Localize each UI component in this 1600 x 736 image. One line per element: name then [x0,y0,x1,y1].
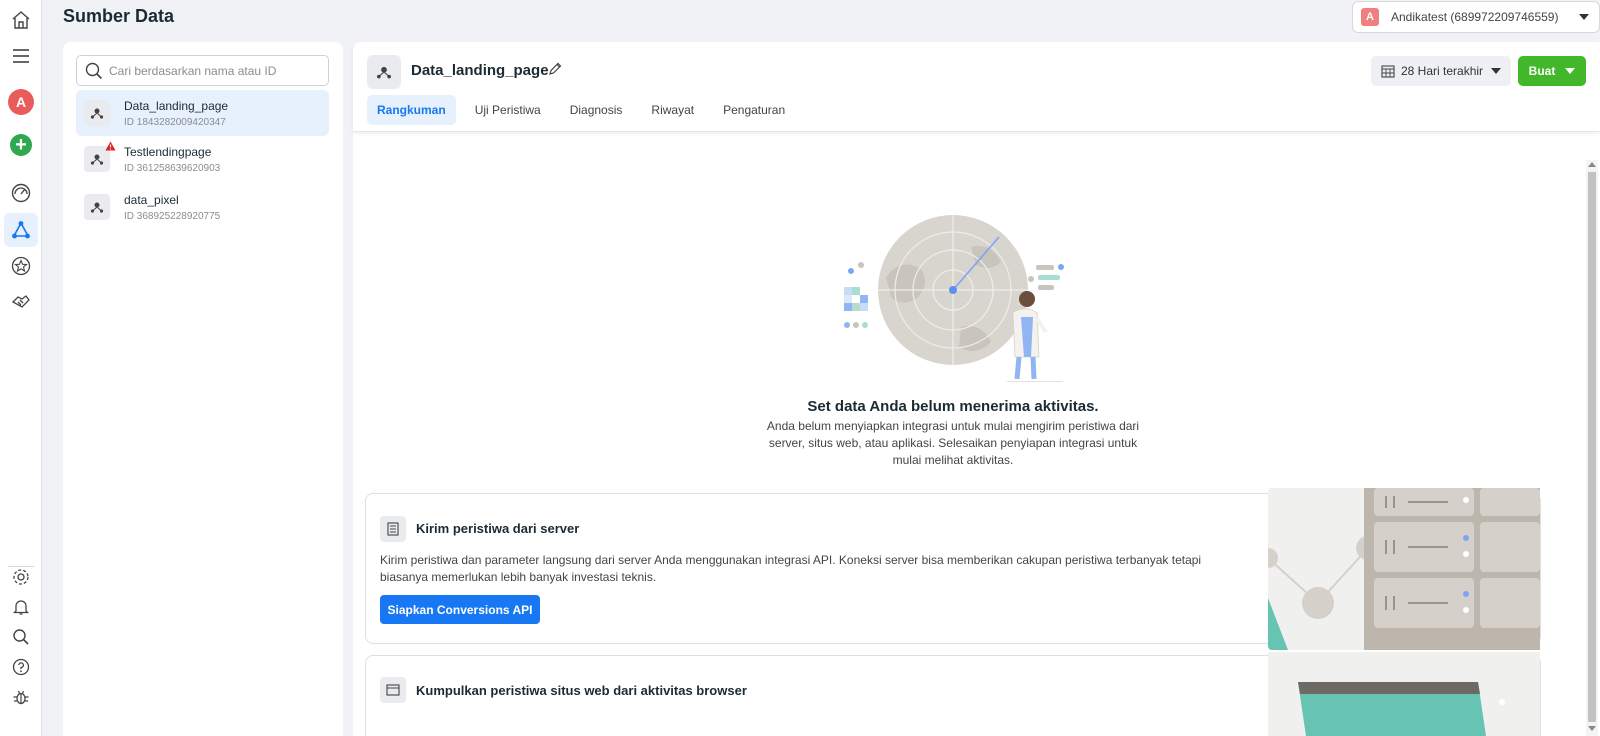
page-title: Sumber Data [63,6,175,26]
chevron-down-icon [1579,14,1589,20]
dashboard-icon[interactable] [4,176,38,210]
search-icon [85,62,103,79]
bug-icon[interactable] [4,680,38,714]
server-illustration [1268,488,1540,650]
pixel-icon [84,194,110,220]
card-description: Kirim peristiwa dan parameter langsung d… [380,553,1202,584]
data-sources-list-panel: Data_landing_page ID 1843282009420347 Te… [63,42,343,736]
account-name: Andikatest (689972209746559) [1391,10,1559,24]
main-header: Data_landing_page Rangkuman Uji Peristiw… [353,42,1600,132]
data-set-title: Data_landing_page [411,62,549,79]
scroll-up-icon[interactable] [1588,162,1596,167]
account-badge: A [1361,8,1379,26]
home-icon[interactable] [4,3,38,37]
add-icon[interactable]: + [4,128,38,162]
empty-state-title: Set data Anda belum menerima aktivitas. [807,398,1099,415]
search-box[interactable] [76,55,329,86]
avatar-letter: A [8,89,34,115]
tab-bar: Rangkuman Uji Peristiwa Diagnosis Riwaya… [367,95,804,125]
card-title: Kirim peristiwa dari server [416,521,580,536]
setup-conversions-api-button[interactable]: Siapkan Conversions API [380,595,540,624]
settings-icon[interactable] [4,560,38,594]
star-icon[interactable] [4,249,38,283]
data-source-id: ID 368925228920775 [124,210,221,222]
pencil-icon[interactable] [547,61,563,77]
pixel-icon [84,141,116,172]
tab-riwayat[interactable]: Riwayat [641,95,704,125]
pixel-icon [84,100,110,126]
tab-pengaturan[interactable]: Pengaturan [713,95,795,125]
search-icon[interactable] [4,620,38,654]
browser-icon [380,677,406,703]
data-source-name: Testlendingpage [124,144,212,159]
warning-icon [105,141,116,151]
menu-icon[interactable] [4,39,38,73]
server-icon [380,516,406,542]
tab-rangkuman[interactable]: Rangkuman [367,95,456,125]
empty-state-description: Anda belum menyiapkan integrasi untuk mu… [766,419,1140,467]
tab-uji-peristiwa[interactable]: Uji Peristiwa [465,95,551,125]
data-source-name: Data_landing_page [124,98,229,113]
card-title: Kumpulkan peristiwa situs web dari aktiv… [416,683,747,698]
handshake-icon[interactable] [4,285,38,319]
bell-icon[interactable] [4,590,38,624]
search-input[interactable] [109,63,319,78]
avatar[interactable]: A [4,85,38,119]
chevron-down-icon [1491,68,1501,74]
calendar-icon [1381,65,1395,78]
create-button[interactable]: Buat [1518,56,1586,86]
plus-symbol: + [10,134,32,156]
scrollbar-thumb[interactable] [1588,172,1596,722]
chevron-down-icon [1565,68,1576,74]
data-sources-icon[interactable] [4,213,38,247]
radar-scientist-illustration [844,215,1064,382]
date-range-selector[interactable]: 28 Hari terakhir [1371,56,1511,86]
data-source-name: data_pixel [124,192,179,207]
account-selector[interactable]: A Andikatest (689972209746559) [1352,1,1600,33]
data-source-item[interactable]: Testlendingpage ID 361258639620903 [76,136,329,182]
data-source-id: ID 361258639620903 [124,162,221,174]
pixel-icon [367,55,401,89]
create-button-label: Buat [1528,64,1556,78]
help-icon[interactable] [4,650,38,684]
date-range-label: 28 Hari terakhir [1401,64,1484,78]
left-rail: A + [0,0,42,736]
tab-diagnosis[interactable]: Diagnosis [560,95,633,125]
data-source-id: ID 1843282009420347 [124,116,226,128]
main-panel: Data_landing_page Rangkuman Uji Peristiw… [353,42,1600,736]
data-source-item[interactable]: data_pixel ID 368925228920775 [76,184,329,230]
data-source-item[interactable]: Data_landing_page ID 1843282009420347 [76,90,329,136]
scroll-down-icon[interactable] [1588,726,1596,731]
scrollbar[interactable] [1586,160,1598,736]
laptop-illustration [1268,652,1540,736]
